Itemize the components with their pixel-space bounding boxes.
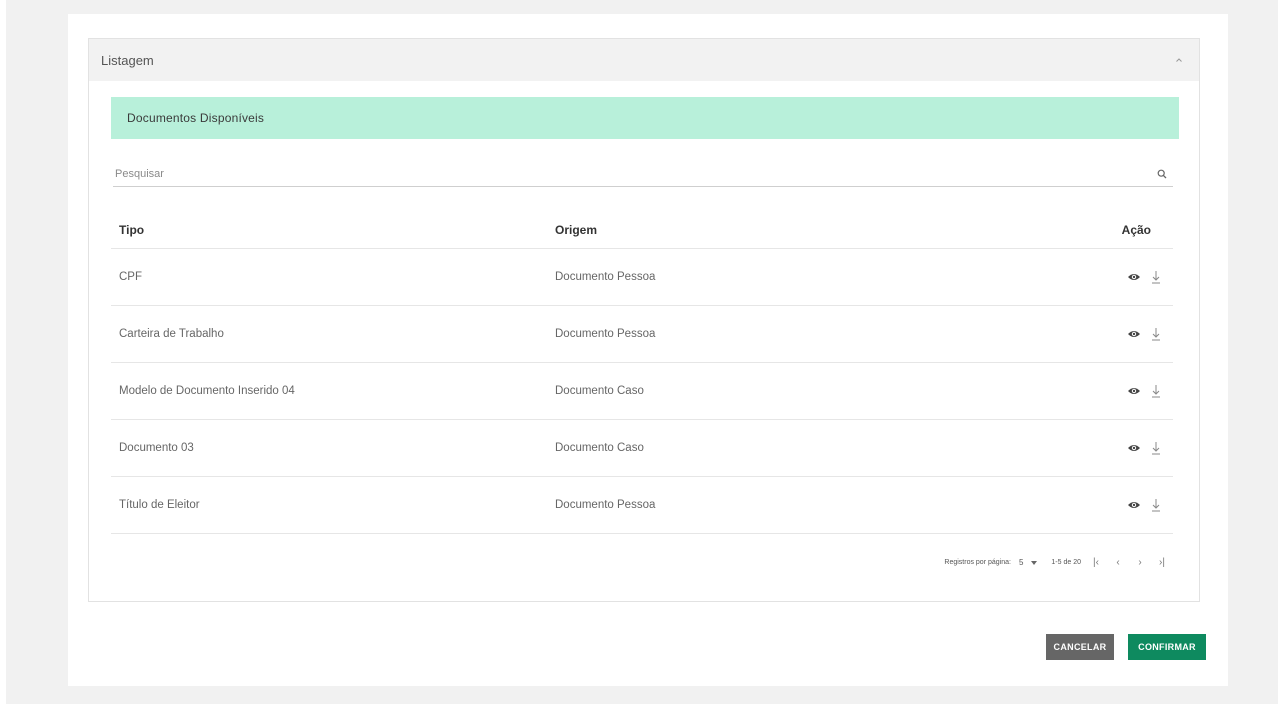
last-page-icon[interactable]: ›| xyxy=(1155,557,1169,568)
listagem-panel: Listagem Documentos Disponíveis Tipo Ori… xyxy=(88,38,1200,602)
content-canvas: Listagem Documentos Disponíveis Tipo Ori… xyxy=(68,14,1228,686)
row-actions xyxy=(1095,441,1173,455)
table-row: Carteira de Trabalho Documento Pessoa xyxy=(111,306,1173,363)
download-icon[interactable] xyxy=(1151,441,1161,455)
cell-tipo: Documento 03 xyxy=(119,442,194,454)
cancel-button[interactable]: CANCELAR xyxy=(1046,634,1114,660)
cell-tipo: Modelo de Documento Inserido 04 xyxy=(119,385,295,397)
section-title: Documentos Disponíveis xyxy=(127,111,265,125)
rows-per-page-select[interactable]: 5 xyxy=(1018,558,1038,567)
table-row: CPF Documento Pessoa xyxy=(111,249,1173,306)
row-actions xyxy=(1095,270,1173,284)
pagination: Registros por página: 5 1-5 de 20 |‹ ‹ ›… xyxy=(944,557,1169,568)
row-actions xyxy=(1095,498,1173,512)
cell-origem: Documento Pessoa xyxy=(555,271,656,283)
search-field xyxy=(113,161,1173,187)
cell-tipo: Carteira de Trabalho xyxy=(119,328,224,340)
table-row: Modelo de Documento Inserido 04 Document… xyxy=(111,363,1173,420)
first-page-icon[interactable]: |‹ xyxy=(1089,557,1103,568)
table-row: Documento 03 Documento Caso xyxy=(111,420,1173,477)
documents-table: Tipo Origem Ação CPF Documento Pessoa Ca… xyxy=(111,211,1173,534)
row-actions xyxy=(1095,327,1173,341)
download-icon[interactable] xyxy=(1151,270,1161,284)
search-icon[interactable] xyxy=(1157,169,1167,179)
eye-icon[interactable] xyxy=(1127,500,1141,510)
eye-icon[interactable] xyxy=(1127,386,1141,396)
cell-tipo: CPF xyxy=(119,271,142,283)
cell-origem: Documento Pessoa xyxy=(555,328,656,340)
header-origem[interactable]: Origem xyxy=(555,223,1095,237)
row-actions xyxy=(1095,384,1173,398)
rows-per-page-label: Registros por página: xyxy=(944,559,1011,566)
page-range: 1-5 de 20 xyxy=(1051,559,1081,566)
cell-origem: Documento Pessoa xyxy=(555,499,656,511)
eye-icon[interactable] xyxy=(1127,329,1141,339)
cell-origem: Documento Caso xyxy=(555,442,644,454)
rows-per-page-value: 5 xyxy=(1018,558,1024,567)
cell-origem: Documento Caso xyxy=(555,385,644,397)
dropdown-arrow-icon xyxy=(1031,558,1038,567)
panel-header[interactable]: Listagem xyxy=(89,39,1199,81)
left-strip xyxy=(0,0,6,704)
header-acao: Ação xyxy=(1121,222,1151,237)
header-tipo[interactable]: Tipo xyxy=(111,223,555,237)
table-header: Tipo Origem Ação xyxy=(111,211,1173,249)
prev-page-icon[interactable]: ‹ xyxy=(1111,557,1125,568)
confirm-button[interactable]: CONFIRMAR xyxy=(1128,634,1206,660)
eye-icon[interactable] xyxy=(1127,443,1141,453)
download-icon[interactable] xyxy=(1151,498,1161,512)
section-title-bar: Documentos Disponíveis xyxy=(111,97,1179,139)
chevron-up-icon[interactable] xyxy=(1173,54,1185,66)
cell-tipo: Título de Eleitor xyxy=(119,499,200,511)
search-input[interactable] xyxy=(115,167,1015,180)
eye-icon[interactable] xyxy=(1127,272,1141,282)
next-page-icon[interactable]: › xyxy=(1133,557,1147,568)
table-row: Título de Eleitor Documento Pessoa xyxy=(111,477,1173,534)
panel-title: Listagem xyxy=(101,52,154,68)
download-icon[interactable] xyxy=(1151,327,1161,341)
download-icon[interactable] xyxy=(1151,384,1161,398)
